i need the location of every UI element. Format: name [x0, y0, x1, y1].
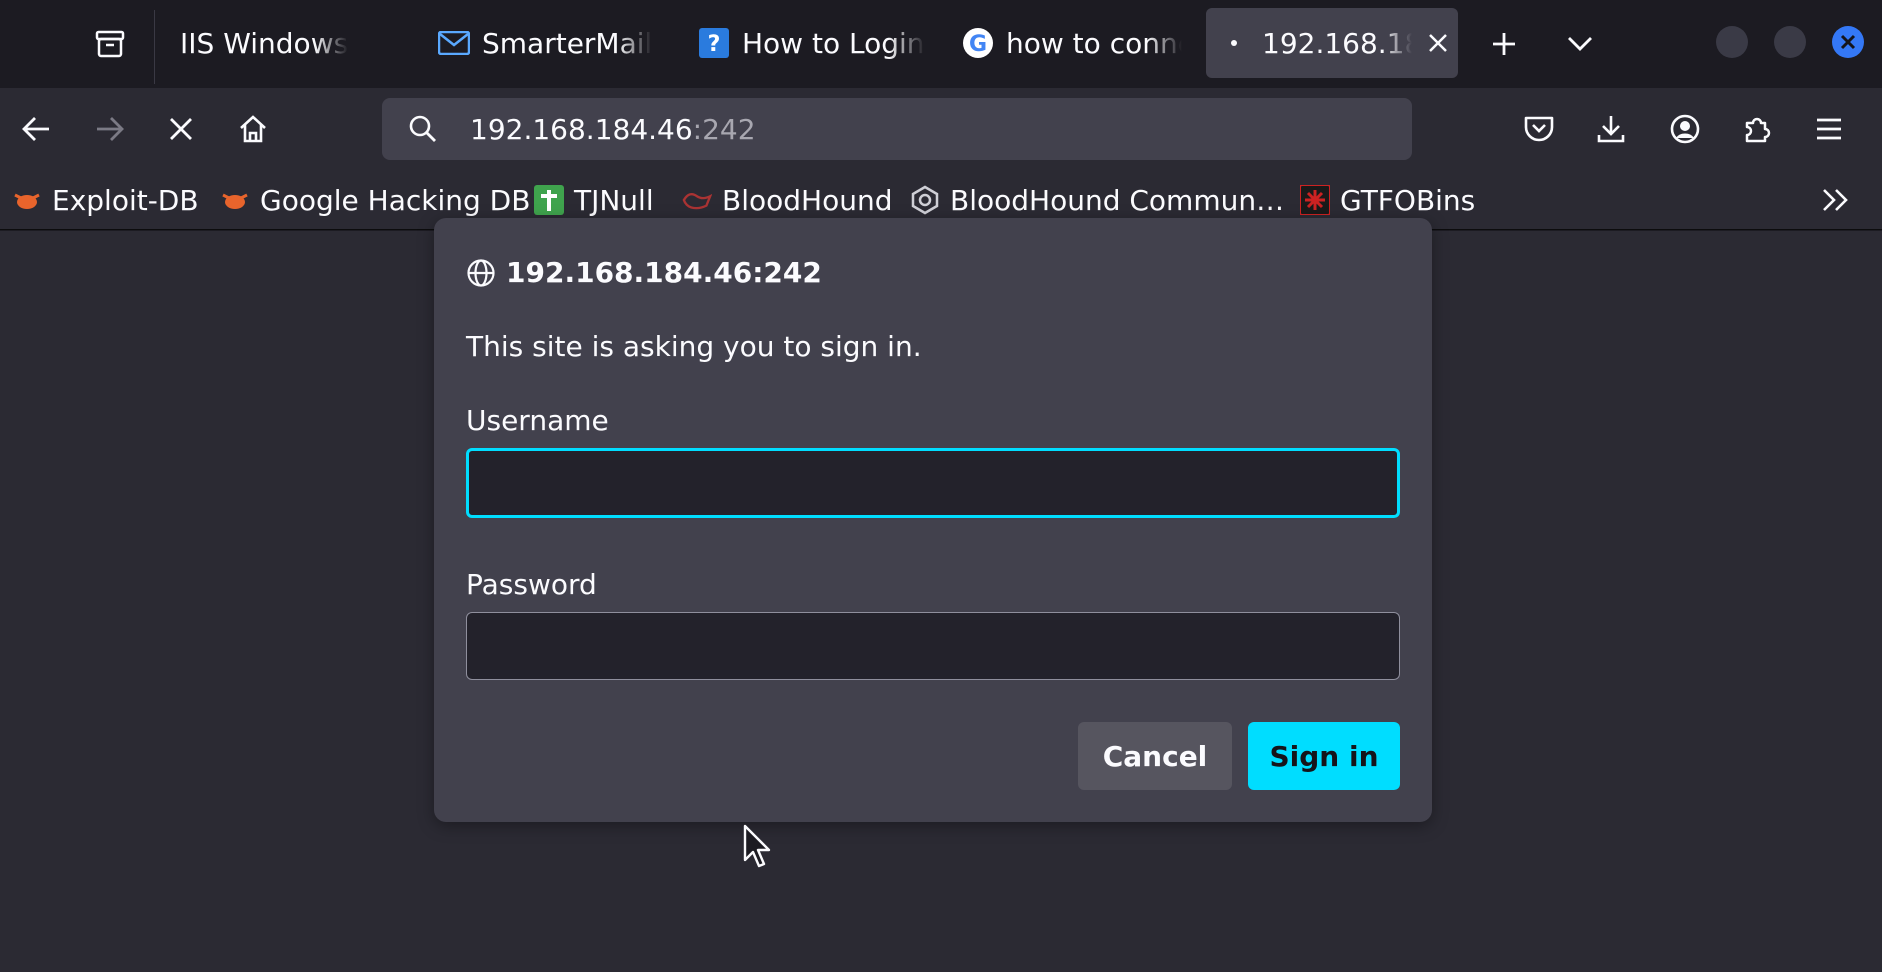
tab-separator: [154, 10, 155, 84]
forward-button[interactable]: [86, 106, 132, 152]
username-field[interactable]: [469, 451, 1397, 515]
bookmark-label: Exploit-DB: [52, 183, 199, 217]
question-icon: ?: [698, 27, 730, 59]
password-field-wrapper: [466, 612, 1400, 680]
bookmark-tjnull[interactable]: TJNull: [534, 178, 654, 222]
bookmark-label: BloodHound Commun…: [950, 183, 1285, 217]
hamburger-icon: [1817, 118, 1841, 140]
username-label: Username: [466, 404, 609, 437]
chevron-down-icon: [1568, 37, 1592, 51]
stop-button[interactable]: [158, 106, 204, 152]
pocket-icon: [1524, 116, 1554, 142]
tab-how-to-connect[interactable]: G how to conne: [952, 8, 1182, 78]
tab-title: SmarterMail: [482, 26, 653, 60]
url-host: 192.168.184.46: [470, 112, 693, 146]
puzzle-icon: [1745, 117, 1771, 143]
username-field-wrapper: [466, 448, 1400, 518]
plus-icon: [1493, 33, 1515, 55]
tab-how-to-login[interactable]: ? How to Login: [690, 8, 930, 78]
tab-title: IIS Windows: [180, 26, 349, 60]
bookmark-google-hacking-db[interactable]: Google Hacking DB: [220, 178, 530, 222]
dialog-message: This site is asking you to sign in.: [466, 330, 922, 363]
arrow-left-icon: [22, 117, 49, 141]
close-icon: [1840, 34, 1856, 50]
downloads-button[interactable]: [1588, 106, 1634, 152]
close-icon[interactable]: [1424, 29, 1452, 57]
bookmark-label: GTFOBins: [1340, 183, 1476, 217]
new-tab-button[interactable]: [1480, 20, 1528, 68]
bloodhound-ce-icon: [910, 185, 940, 215]
tab-title: 192.168.184: [1262, 26, 1412, 60]
bookmark-gtfobins[interactable]: GTFOBins: [1300, 178, 1475, 222]
double-chevron-right-icon: [1823, 189, 1848, 211]
loading-dot-icon: [1218, 27, 1250, 59]
close-window-button[interactable]: [1832, 26, 1864, 58]
account-button[interactable]: [1662, 106, 1708, 152]
exploitdb-icon: [220, 185, 250, 215]
exploitdb-icon: [12, 185, 42, 215]
bloodhound-icon: [682, 185, 712, 215]
globe-icon: [466, 257, 498, 289]
stop-icon: [170, 118, 192, 140]
bookmark-bloodhound[interactable]: BloodHound: [682, 178, 892, 222]
password-field[interactable]: [467, 613, 1399, 679]
http-auth-dialog: 192.168.184.46:242 This site is asking y…: [434, 218, 1432, 822]
url-text[interactable]: 192.168.184.46:242: [470, 113, 756, 146]
url-port: :242: [692, 112, 756, 146]
download-icon: [1597, 116, 1625, 143]
minimize-button[interactable]: [1716, 26, 1748, 58]
url-bar[interactable]: 192.168.184.46:242: [382, 98, 1412, 160]
sign-in-button[interactable]: Sign in: [1248, 722, 1400, 790]
bookmarks-overflow-button[interactable]: [1816, 180, 1856, 220]
svg-text:?: ?: [708, 32, 721, 57]
navigation-toolbar: 192.168.184.46:242: [0, 88, 1882, 170]
tab-groups-icon[interactable]: [80, 16, 140, 72]
gtfobins-icon: [1300, 185, 1330, 215]
home-icon: [240, 115, 266, 143]
bookmark-label: TJNull: [574, 183, 654, 217]
tjnull-icon: [534, 185, 564, 215]
maximize-button[interactable]: [1774, 26, 1806, 58]
back-button[interactable]: [14, 106, 60, 152]
dialog-host-text: 192.168.184.46:242: [506, 256, 822, 289]
bookmark-label: BloodHound: [722, 183, 893, 217]
tab-strip: IIS Windows SmarterMail ? How to Login G…: [0, 0, 1882, 88]
tab-title: How to Login: [742, 26, 925, 60]
tab-smartermail[interactable]: SmarterMail: [428, 8, 668, 78]
cancel-button[interactable]: Cancel: [1078, 722, 1232, 790]
account-icon: [1670, 114, 1700, 144]
pocket-button[interactable]: [1516, 106, 1562, 152]
list-all-tabs-button[interactable]: [1556, 20, 1604, 68]
menu-button[interactable]: [1806, 106, 1852, 152]
search-icon: [408, 114, 442, 144]
tab-title: how to conne: [1006, 26, 1182, 60]
home-button[interactable]: [230, 106, 276, 152]
extensions-button[interactable]: [1734, 106, 1780, 152]
password-label: Password: [466, 568, 597, 601]
google-icon: G: [962, 27, 994, 59]
bookmark-label: Google Hacking DB: [260, 183, 531, 217]
svg-text:G: G: [969, 32, 987, 57]
tab-active-192-168-184-46[interactable]: 192.168.184: [1206, 8, 1458, 78]
envelope-icon: [438, 27, 470, 59]
arrow-right-icon: [97, 117, 124, 141]
bookmark-bloodhound-community[interactable]: BloodHound Commun…: [910, 178, 1284, 222]
tab-iis-windows[interactable]: IIS Windows: [168, 8, 388, 78]
bookmark-exploit-db[interactable]: Exploit-DB: [12, 178, 199, 222]
mouse-pointer-icon: [743, 824, 771, 868]
dialog-host: 192.168.184.46:242: [466, 256, 822, 289]
